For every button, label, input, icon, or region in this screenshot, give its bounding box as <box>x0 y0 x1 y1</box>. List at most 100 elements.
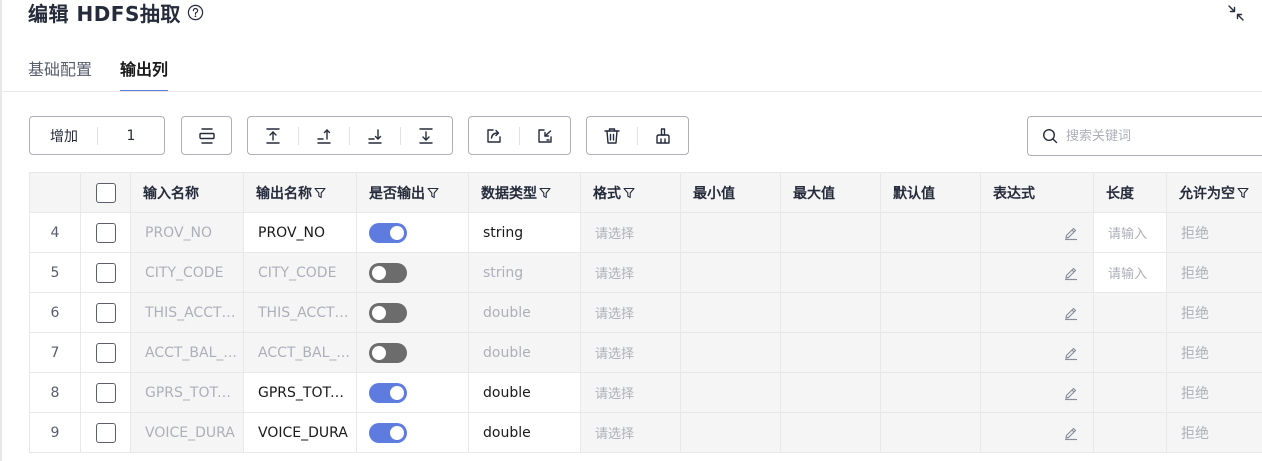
edit-icon[interactable] <box>1063 265 1079 281</box>
search-input[interactable] <box>1066 128 1256 144</box>
length-cell[interactable]: 请输入 <box>1093 252 1167 293</box>
output-toggle[interactable] <box>369 302 407 323</box>
nullable-value: 拒绝 <box>1181 345 1209 362</box>
export-button[interactable] <box>469 117 519 154</box>
collapse-icon[interactable] <box>1226 3 1246 23</box>
add-button[interactable]: 增加 <box>30 126 97 146</box>
help-icon[interactable] <box>187 4 204 21</box>
nullable-cell: 拒绝 <box>1166 212 1262 253</box>
row-checkbox[interactable] <box>95 382 116 403</box>
move-down-button[interactable] <box>350 117 400 154</box>
max-value-cell <box>780 372 881 413</box>
output-toggle[interactable] <box>369 382 407 403</box>
output-toggle[interactable] <box>369 422 407 443</box>
output-name: THIS_ACCT_... <box>258 304 355 321</box>
filter-icon[interactable] <box>623 187 635 199</box>
edit-hdfs-extract-dialog: 编辑 HDFS抽取 基础配置 输出列 增加 1 搜索关键词 输入名称 输出名称 … <box>0 0 1262 461</box>
select-all-checkbox[interactable] <box>95 182 116 203</box>
edit-icon[interactable] <box>1063 345 1079 361</box>
delete-clear-group <box>586 116 689 155</box>
row-checkbox[interactable] <box>95 302 116 323</box>
nullable-value: 拒绝 <box>1181 305 1209 322</box>
edit-icon[interactable] <box>1063 385 1079 401</box>
format-cell[interactable]: 请选择 <box>580 412 681 453</box>
length-cell <box>1093 292 1167 333</box>
expression-cell <box>980 212 1094 253</box>
tabs-divider <box>2 91 1262 92</box>
expression-cell <box>980 372 1094 413</box>
input-name-cell: VOICE_DURA <box>130 412 244 453</box>
output-name-cell[interactable]: VOICE_DURA <box>243 412 357 453</box>
data-type-cell[interactable]: double <box>468 412 581 453</box>
output-name-cell[interactable]: GPRS_TOTA... <box>243 372 357 413</box>
move-to-top-icon <box>266 127 280 144</box>
header-label: 输出名称 <box>256 185 312 202</box>
format-select: 请选择 <box>595 227 635 242</box>
output-toggle[interactable] <box>369 262 407 283</box>
delete-button[interactable] <box>587 117 637 154</box>
row-checkbox[interactable] <box>95 262 116 283</box>
length-cell[interactable]: 请输入 <box>1093 212 1167 253</box>
edit-icon[interactable] <box>1063 305 1079 321</box>
header-label: 允许为空 <box>1179 185 1235 202</box>
format-select: 请选择 <box>595 307 635 322</box>
header-label: 表达式 <box>993 185 1035 202</box>
table-row: 5 CITY_CODE CITY_CODE string 请选择 请输入 拒绝 <box>29 252 1262 293</box>
nullable-value: 拒绝 <box>1181 225 1209 242</box>
data-type-cell[interactable]: double <box>468 372 581 413</box>
row-index: 8 <box>29 372 81 413</box>
format-cell[interactable]: 请选择 <box>580 332 681 373</box>
nullable-cell: 拒绝 <box>1166 372 1262 413</box>
nullable-cell: 拒绝 <box>1166 412 1262 453</box>
default-value-cell <box>880 332 981 373</box>
insert-row-button[interactable] <box>182 117 231 154</box>
filter-icon[interactable] <box>539 187 551 199</box>
format-cell[interactable]: 请选择 <box>580 292 681 333</box>
format-cell[interactable]: 请选择 <box>580 252 681 293</box>
expression-cell <box>980 332 1094 373</box>
filter-icon[interactable] <box>1237 187 1249 199</box>
edit-icon[interactable] <box>1063 425 1079 441</box>
toggle-knob <box>390 425 404 440</box>
import-button[interactable] <box>520 117 570 154</box>
row-checkbox[interactable] <box>95 422 116 443</box>
filter-icon[interactable] <box>427 187 439 199</box>
column-header-is-output: 是否输出 <box>356 172 469 213</box>
move-group <box>247 116 453 155</box>
output-toggle[interactable] <box>369 342 407 363</box>
row-index: 6 <box>29 292 81 333</box>
data-type-cell[interactable]: string <box>468 212 581 253</box>
output-name-cell[interactable]: PROV_NO <box>243 212 357 253</box>
toggle-knob <box>372 305 386 320</box>
tab-output-columns[interactable]: 输出列 <box>120 56 169 92</box>
column-header-length: 长度 <box>1093 172 1167 213</box>
row-checkbox[interactable] <box>95 222 116 243</box>
filter-icon[interactable] <box>314 187 326 199</box>
row-select-cell <box>80 212 131 253</box>
output-name: GPRS_TOTA... <box>258 384 353 401</box>
format-select: 请选择 <box>595 387 635 402</box>
min-value-cell <box>680 252 781 293</box>
format-cell[interactable]: 请选择 <box>580 212 681 253</box>
output-columns-table: 输入名称 输出名称 是否输出 数据类型 格式 最小值 最大值 默认值 表达式 长… <box>29 172 1262 453</box>
search-box[interactable] <box>1027 116 1262 156</box>
move-to-bottom-button[interactable] <box>401 117 451 154</box>
row-checkbox[interactable] <box>95 342 116 363</box>
output-toggle[interactable] <box>369 222 407 243</box>
import-icon <box>538 128 552 143</box>
tab-basic-config[interactable]: 基础配置 <box>28 56 92 92</box>
input-name: THIS_ACCT_... <box>145 304 242 321</box>
length-cell <box>1093 332 1167 373</box>
nullable-cell: 拒绝 <box>1166 332 1262 373</box>
min-value-cell <box>680 412 781 453</box>
add-count-input[interactable]: 1 <box>98 128 164 144</box>
move-to-top-button[interactable] <box>248 117 298 154</box>
edit-icon[interactable] <box>1063 225 1079 241</box>
clear-button[interactable] <box>638 117 688 154</box>
format-cell[interactable]: 请选择 <box>580 372 681 413</box>
table-row: 7 ACCT_BAL_... ACCT_BAL_... double 请选择 拒… <box>29 332 1262 373</box>
max-value-cell <box>780 332 881 373</box>
output-name: CITY_CODE <box>258 264 337 281</box>
move-up-button[interactable] <box>299 117 349 154</box>
table-row: 4 PROV_NO PROV_NO string 请选择 请输入 拒绝 <box>29 212 1262 253</box>
